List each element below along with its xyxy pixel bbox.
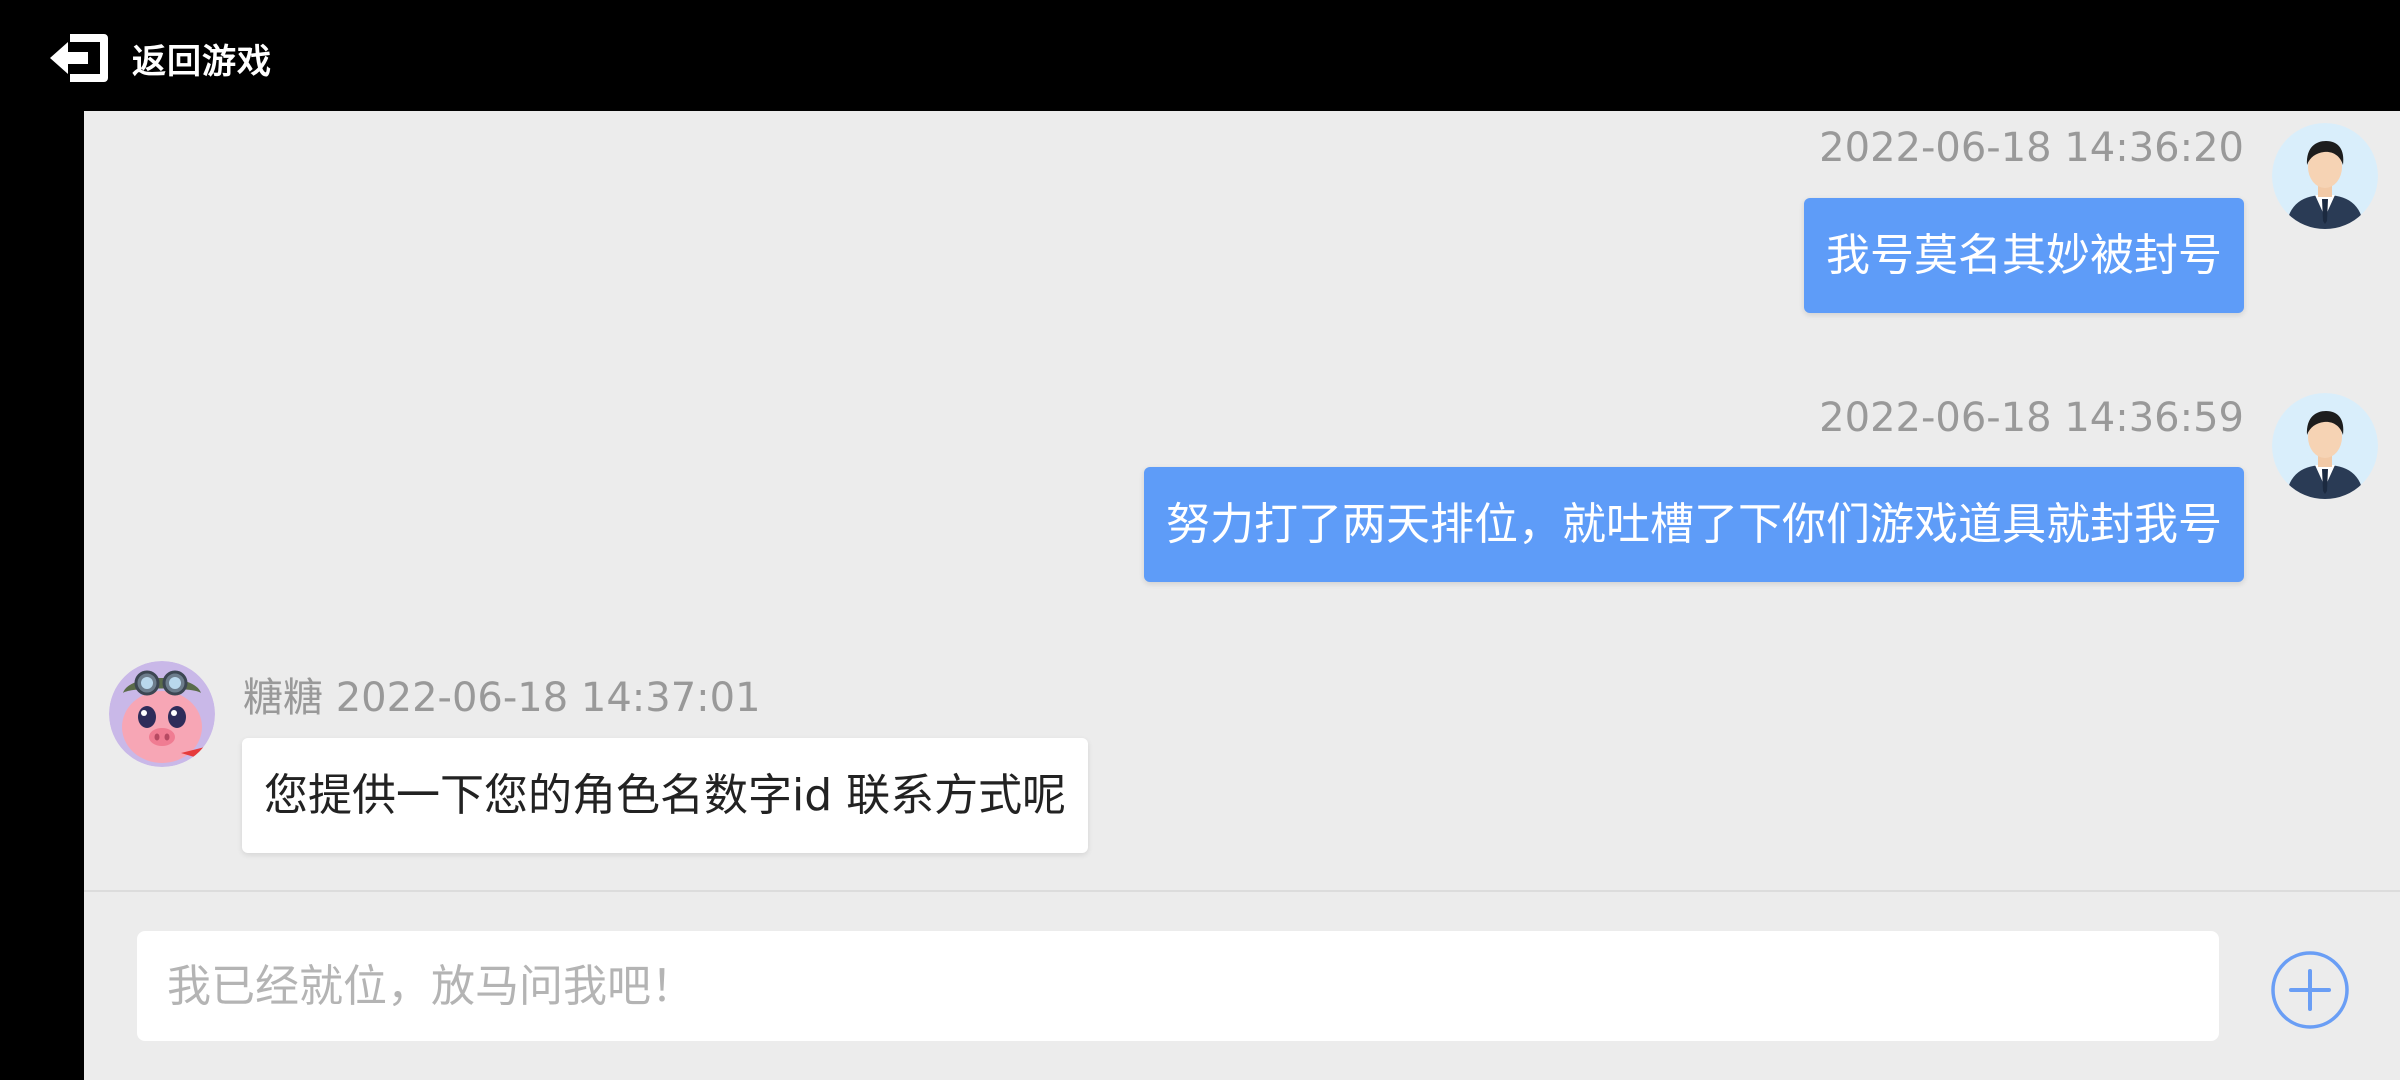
message-text: 您提供一下您的角色名数字id 联系方式呢 [264, 769, 1067, 821]
plus-circle-icon [2271, 951, 2349, 1029]
cartoon-pig-avatar[interactable] [109, 661, 215, 767]
outgoing-message-bubble[interactable]: 努力打了两天排位，就吐槽了下你们游戏道具就封我号 [1144, 467, 2244, 582]
businessman-avatar[interactable] [2272, 123, 2378, 229]
incoming-message-bubble[interactable]: 您提供一下您的角色名数字id 联系方式呢 [242, 738, 1089, 853]
businessman-avatar-icon [2272, 123, 2378, 229]
message-timestamp: 2022-06-18 14:37:01 [335, 675, 761, 721]
back-to-game-button[interactable]: 返回游戏 [48, 26, 272, 90]
message-header: 糖糖 2022-06-18 14:37:01 [243, 665, 761, 723]
add-attachment-button[interactable] [2270, 950, 2350, 1030]
exit-arrow-icon [50, 34, 108, 82]
message-text: 我号莫名其妙被封号 [1826, 229, 2222, 281]
message-text: 努力打了两天排位，就吐槽了下你们游戏道具就封我号 [1166, 498, 2222, 550]
back-label: 返回游戏 [132, 41, 272, 82]
businessman-avatar[interactable] [2272, 393, 2378, 499]
top-bar: 返回游戏 [0, 0, 2400, 111]
message-input-box[interactable] [137, 931, 2219, 1041]
message-timestamp: 2022-06-18 14:36:20 [1819, 125, 2244, 171]
businessman-avatar-icon [2272, 393, 2378, 499]
cartoon-pig-avatar-icon [109, 661, 215, 767]
sender-name: 糖糖 [243, 675, 323, 721]
outgoing-message-bubble[interactable]: 我号莫名其妙被封号 [1804, 198, 2244, 313]
composer-divider [84, 890, 2400, 892]
message-timestamp: 2022-06-18 14:36:59 [1819, 395, 2244, 441]
app-root: 返回游戏 2022-06-18 14:36:20 我号莫名其妙被封号 2022-… [0, 0, 2400, 1080]
chat-panel: 2022-06-18 14:36:20 我号莫名其妙被封号 2022-06-18… [84, 111, 2400, 1080]
message-input[interactable] [165, 959, 2219, 1013]
